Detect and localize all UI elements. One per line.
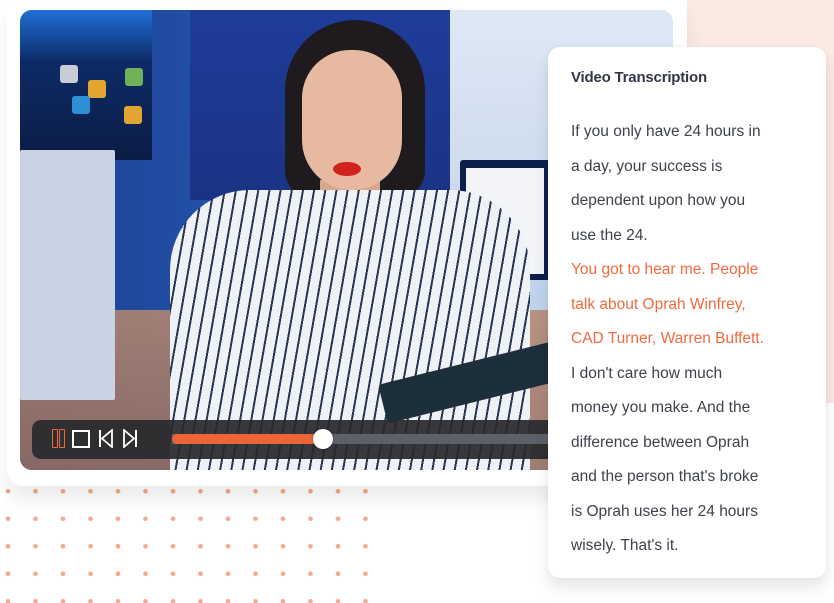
skip-forward-icon [123,428,137,449]
pause-button[interactable] [52,429,66,450]
transcript-line: and the person that's broke [571,468,759,485]
sticky-note [124,106,142,124]
background-window [20,10,152,160]
transcript-line: wisely. That's it. [571,537,679,554]
stop-icon [72,430,90,448]
transcript-line: is Oprah uses her 24 hours [571,502,758,520]
transcript-line: dependent upon how you [571,192,746,209]
sticky-note [72,96,90,114]
whiteboard [20,150,115,400]
transcript-line: use the 24. [571,226,648,244]
transcript-line-highlighted: talk about Oprah Winfrey, [571,295,746,313]
progress-thumb[interactable] [313,429,334,449]
sticky-note [125,68,143,86]
next-button[interactable] [122,428,138,450]
transcript-line: difference between Oprah [571,433,750,451]
video-controls-bar [32,420,592,459]
progress-track[interactable] [172,429,592,449]
transcript-line-highlighted: You got to hear me. People [571,261,759,278]
person-lips [333,162,361,176]
progress-fill [172,434,324,444]
transcript-line: money you make. And the [571,399,751,416]
transcript-title: Video Transcription [571,69,707,86]
sticky-note [60,65,78,83]
transcript-line-highlighted: CAD Turner, Warren Buffett. [571,330,764,347]
previous-button[interactable] [98,428,114,450]
stop-button[interactable] [72,429,90,450]
sticky-note [88,80,106,98]
transcript-card: Video Transcription If you only have 24 … [548,47,826,578]
decorative-dot-grid [0,484,380,603]
transcript-line: If you only have 24 hours in [571,123,761,140]
skip-back-icon [99,428,113,449]
pause-icon [52,429,58,448]
transcript-line: a day, your success is [571,157,723,175]
transcript-text: If you only have 24 hours in a day, your … [571,115,816,564]
transcript-line: I don't care how much [571,364,723,382]
pause-icon [59,429,65,448]
